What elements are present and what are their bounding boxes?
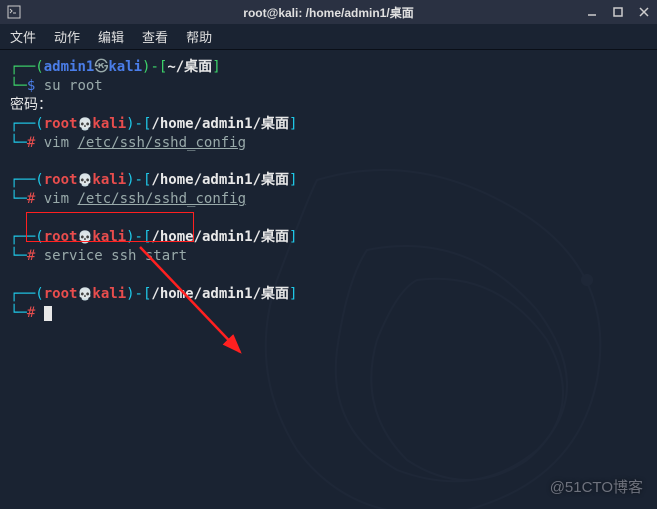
terminal-icon <box>6 4 22 20</box>
window-controls <box>585 5 651 19</box>
menu-help[interactable]: 帮助 <box>186 27 212 46</box>
prompt-line: ┌──(root💀kali)-[/home/admin1/桌面] <box>10 171 647 190</box>
prompt-line: ┌──(admin1㉿kali)-[~/桌面] <box>10 58 647 77</box>
command-line: └─# service ssh start <box>10 247 647 266</box>
menu-file[interactable]: 文件 <box>10 27 36 46</box>
cursor <box>44 306 52 321</box>
prompt-line: ┌──(root💀kali)-[/home/admin1/桌面] <box>10 285 647 304</box>
menubar: 文件 动作 编辑 查看 帮助 <box>0 24 657 50</box>
skull-icon: 💀 <box>77 287 92 301</box>
maximize-button[interactable] <box>611 5 625 19</box>
command-line: └─# vim /etc/ssh/sshd_config <box>10 134 647 153</box>
command-line-active[interactable]: └─# <box>10 304 647 323</box>
prompt-line: ┌──(root💀kali)-[/home/admin1/桌面] <box>10 115 647 134</box>
menu-view[interactable]: 查看 <box>142 27 168 46</box>
close-button[interactable] <box>637 5 651 19</box>
skull-icon: 💀 <box>77 230 92 244</box>
menu-edit[interactable]: 编辑 <box>98 27 124 46</box>
password-prompt: 密码： <box>10 96 647 115</box>
watermark: @51CTO博客 <box>550 476 643 497</box>
menu-actions[interactable]: 动作 <box>54 27 80 46</box>
terminal[interactable]: ┌──(admin1㉿kali)-[~/桌面] └─$ su root 密码： … <box>0 50 657 509</box>
skull-icon: 💀 <box>77 173 92 187</box>
titlebar: root@kali: /home/admin1/桌面 <box>0 0 657 24</box>
skull-icon: 💀 <box>77 117 92 131</box>
command-line: └─$ su root <box>10 77 647 96</box>
window-title: root@kali: /home/admin1/桌面 <box>243 4 413 21</box>
minimize-button[interactable] <box>585 5 599 19</box>
command-line: └─# vim /etc/ssh/sshd_config <box>10 190 647 209</box>
prompt-line: ┌──(root💀kali)-[/home/admin1/桌面] <box>10 228 647 247</box>
